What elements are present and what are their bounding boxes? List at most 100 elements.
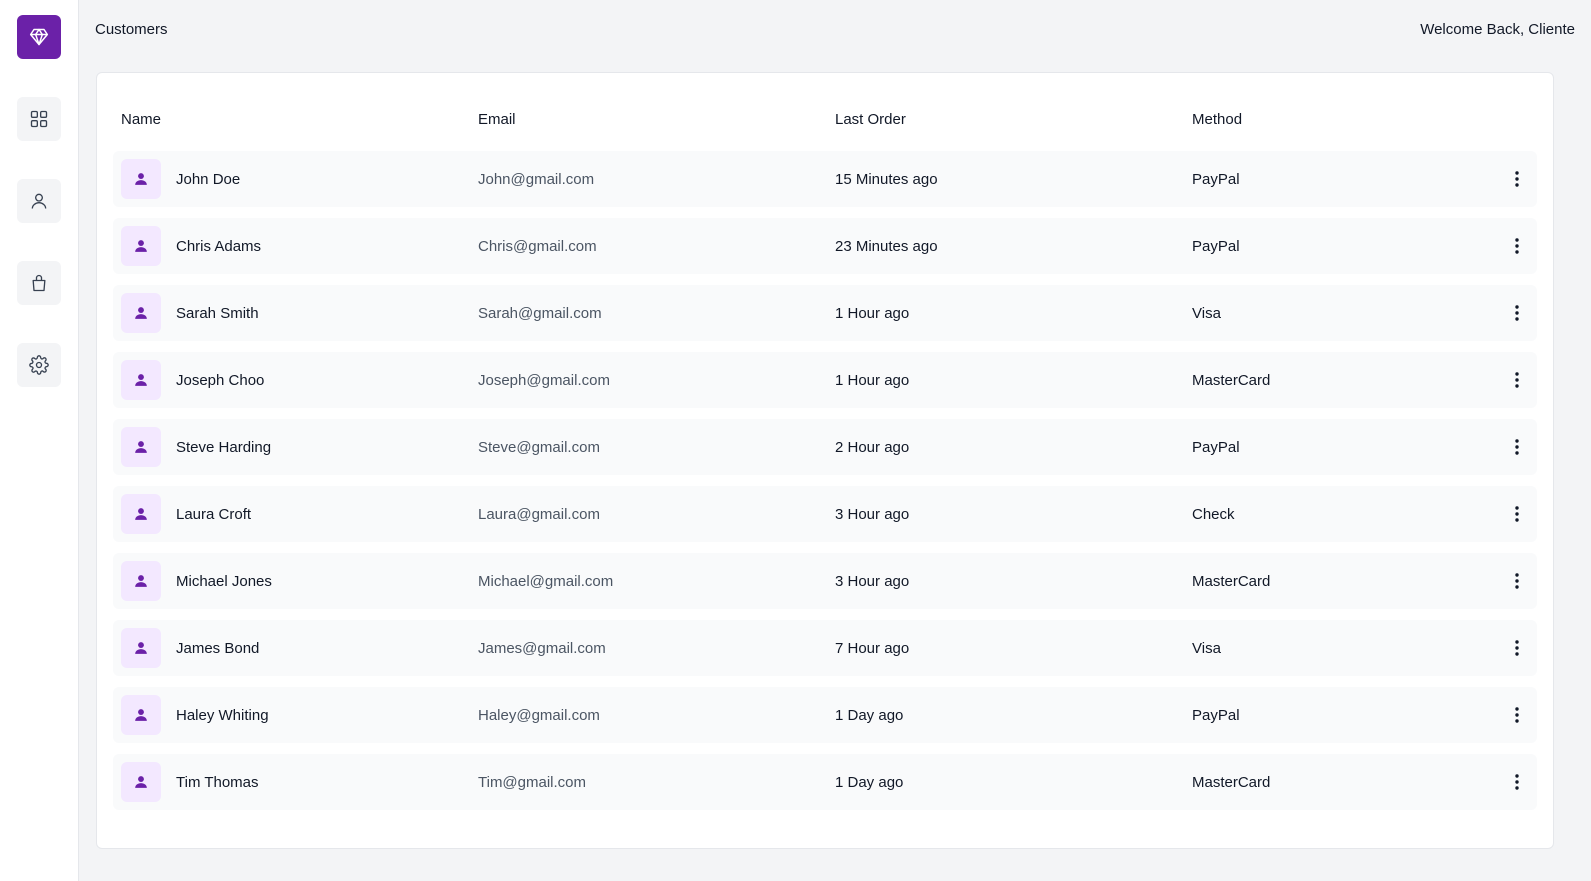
gear-icon xyxy=(29,355,49,375)
shopping-bag-icon xyxy=(32,274,46,292)
customers-table: Name Email Last Order Method John Doe Jo… xyxy=(96,72,1554,849)
more-vertical-icon xyxy=(1515,707,1519,723)
more-options-button[interactable] xyxy=(1505,301,1529,325)
customer-email: James@gmail.com xyxy=(478,639,606,657)
column-header-name: Name xyxy=(121,111,162,128)
table-row[interactable]: Steve Harding Steve@gmail.com 2 Hour ago… xyxy=(113,419,1537,475)
more-options-button[interactable] xyxy=(1505,703,1529,727)
table-row[interactable]: Tim Thomas Tim@gmail.com 1 Day ago Maste… xyxy=(113,754,1537,810)
more-options-button[interactable] xyxy=(1505,770,1529,794)
more-options-button[interactable] xyxy=(1505,368,1529,392)
more-vertical-icon xyxy=(1515,171,1519,187)
payment-method: PayPal xyxy=(1192,237,1240,255)
payment-method: PayPal xyxy=(1192,706,1240,724)
last-order: 2 Hour ago xyxy=(835,438,910,456)
user-icon xyxy=(135,709,147,721)
last-order: 7 Hour ago xyxy=(835,639,910,657)
user-icon xyxy=(135,173,147,185)
sidebar-item-orders[interactable] xyxy=(17,261,61,305)
payment-method: MasterCard xyxy=(1192,572,1271,590)
table-row[interactable]: Haley Whiting Haley@gmail.com 1 Day ago … xyxy=(113,687,1537,743)
welcome-message: Welcome Back, Cliente xyxy=(1420,20,1575,38)
user-icon xyxy=(135,240,147,252)
last-order: 15 Minutes ago xyxy=(835,170,938,188)
more-vertical-icon xyxy=(1515,506,1519,522)
last-order: 3 Hour ago xyxy=(835,505,910,523)
customer-name: Laura Croft xyxy=(176,505,252,523)
more-vertical-icon xyxy=(1515,372,1519,388)
customer-email: Laura@gmail.com xyxy=(478,505,600,523)
table-row[interactable]: John Doe John@gmail.com 15 Minutes ago P… xyxy=(113,151,1537,207)
customer-email: Haley@gmail.com xyxy=(478,706,600,724)
more-vertical-icon xyxy=(1515,774,1519,790)
name-cell: James Bond xyxy=(121,628,478,668)
last-order: 1 Hour ago xyxy=(835,371,910,389)
customer-name: Michael Jones xyxy=(176,572,272,590)
table-row[interactable]: Michael Jones Michael@gmail.com 3 Hour a… xyxy=(113,553,1537,609)
table-row[interactable]: Chris Adams Chris@gmail.com 23 Minutes a… xyxy=(113,218,1537,274)
user-icon xyxy=(135,508,147,520)
user-icon xyxy=(135,776,147,788)
name-cell: Haley Whiting xyxy=(121,695,478,735)
customer-name: Steve Harding xyxy=(176,438,272,456)
avatar xyxy=(121,226,161,266)
avatar xyxy=(121,159,161,199)
avatar xyxy=(121,628,161,668)
avatar xyxy=(121,293,161,333)
more-options-button[interactable] xyxy=(1505,636,1529,660)
user-icon xyxy=(135,441,147,453)
user-icon xyxy=(31,193,47,209)
more-options-button[interactable] xyxy=(1505,569,1529,593)
main-content: Customers Welcome Back, Cliente Name Ema… xyxy=(79,0,1591,881)
customer-name: Tim Thomas xyxy=(176,773,259,791)
avatar xyxy=(121,427,161,467)
customer-name: Sarah Smith xyxy=(176,304,259,322)
last-order: 1 Day ago xyxy=(835,706,904,724)
customer-email: Tim@gmail.com xyxy=(478,773,587,791)
customer-email: Chris@gmail.com xyxy=(478,237,597,255)
column-header-last-order: Last Order xyxy=(835,111,906,128)
page-header: Customers Welcome Back, Cliente xyxy=(95,0,1575,58)
table-body: John Doe John@gmail.com 15 Minutes ago P… xyxy=(113,151,1537,810)
more-options-button[interactable] xyxy=(1505,234,1529,258)
customer-email: Michael@gmail.com xyxy=(478,572,614,590)
payment-method: Check xyxy=(1192,505,1235,523)
user-icon xyxy=(135,374,147,386)
sidebar xyxy=(0,0,79,881)
name-cell: Joseph Choo xyxy=(121,360,478,400)
logo[interactable] xyxy=(17,15,61,59)
payment-method: Visa xyxy=(1192,304,1221,322)
sidebar-item-settings[interactable] xyxy=(17,343,61,387)
payment-method: Visa xyxy=(1192,639,1221,657)
avatar xyxy=(121,695,161,735)
customer-email: Joseph@gmail.com xyxy=(478,371,610,389)
more-vertical-icon xyxy=(1515,238,1519,254)
table-row[interactable]: Laura Croft Laura@gmail.com 3 Hour ago C… xyxy=(113,486,1537,542)
customer-email: Steve@gmail.com xyxy=(478,438,600,456)
sidebar-item-customers[interactable] xyxy=(17,179,61,223)
dashboard-grid-icon xyxy=(30,110,48,128)
more-options-button[interactable] xyxy=(1505,167,1529,191)
more-options-button[interactable] xyxy=(1505,502,1529,526)
name-cell: Chris Adams xyxy=(121,226,478,266)
name-cell: Steve Harding xyxy=(121,427,478,467)
last-order: 23 Minutes ago xyxy=(835,237,938,255)
payment-method: MasterCard xyxy=(1192,371,1271,389)
customer-email: John@gmail.com xyxy=(478,170,595,188)
more-options-button[interactable] xyxy=(1505,435,1529,459)
customer-name: John Doe xyxy=(176,170,241,188)
name-cell: Laura Croft xyxy=(121,494,478,534)
name-cell: Michael Jones xyxy=(121,561,478,601)
customer-name: James Bond xyxy=(176,639,260,657)
table-row[interactable]: Joseph Choo Joseph@gmail.com 1 Hour ago … xyxy=(113,352,1537,408)
more-vertical-icon xyxy=(1515,439,1519,455)
payment-method: PayPal xyxy=(1192,438,1240,456)
name-cell: Tim Thomas xyxy=(121,762,478,802)
sidebar-item-dashboard[interactable] xyxy=(17,97,61,141)
customer-name: Joseph Choo xyxy=(176,371,265,389)
avatar xyxy=(121,762,161,802)
user-icon xyxy=(135,307,147,319)
last-order: 1 Day ago xyxy=(835,773,904,791)
table-row[interactable]: Sarah Smith Sarah@gmail.com 1 Hour ago V… xyxy=(113,285,1537,341)
table-row[interactable]: James Bond James@gmail.com 7 Hour ago Vi… xyxy=(113,620,1537,676)
